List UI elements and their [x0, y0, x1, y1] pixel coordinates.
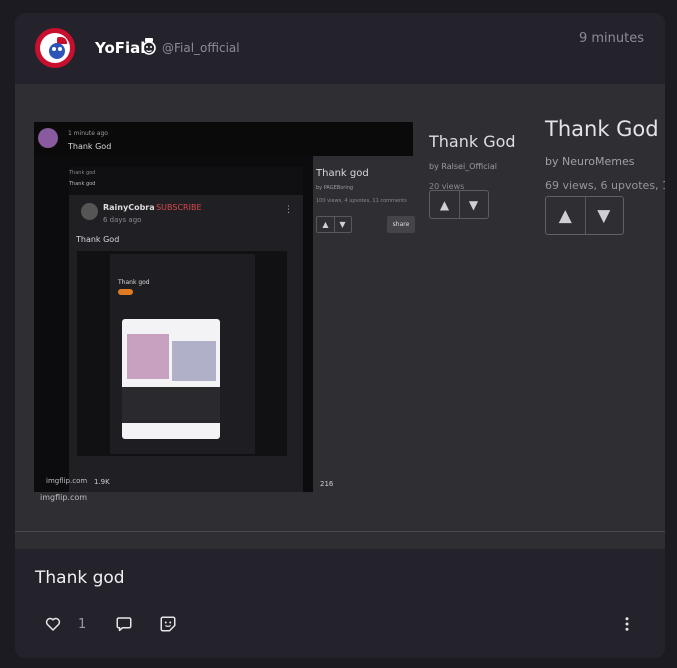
meme-topbar: 1 minute ago Thank God [34, 122, 413, 156]
watermark: imgflip.com [46, 477, 88, 485]
upvote-icon: ▲ [322, 220, 329, 229]
small-author: by PAGEBoring [316, 185, 354, 191]
post-card: YoFial @Fial_official 9 minutes 1 minute… [15, 13, 665, 658]
inner-screenshot: Thank god Thank god RainyCobra · SUBSCRI… [69, 167, 303, 492]
large-title: Thank God [545, 117, 659, 141]
meme-like-count: 1.9K [94, 478, 110, 486]
nested-dark-row [122, 387, 220, 423]
mini-avatar [38, 128, 58, 148]
meme-comment-count: 216 [320, 480, 334, 488]
downvote-icon: ▼ [339, 220, 346, 229]
large-stats: 69 views, 6 upvotes, 1 [545, 179, 665, 192]
large-vote-box: ▲ ▼ [545, 196, 624, 235]
nested-pill [118, 289, 133, 295]
nested-screenshot: Thank god [77, 251, 287, 456]
avatar[interactable] [35, 28, 75, 68]
comment-icon [116, 617, 132, 632]
comment-button[interactable] [113, 613, 135, 635]
post-caption: Thank god [35, 568, 125, 588]
display-name[interactable]: YoFial [95, 39, 145, 57]
rainy-age: 6 days ago [103, 216, 142, 224]
sticker-icon [160, 616, 176, 632]
sticker-button[interactable] [157, 613, 179, 635]
small-stats: 100 views, 4 upvotes, 11 comments [316, 198, 407, 204]
more-options-button[interactable] [616, 613, 638, 635]
like-count: 1 [78, 617, 87, 632]
meme-meta: 1 minute ago [68, 130, 108, 137]
nested-white-post [122, 319, 220, 439]
more-vertical-icon [625, 617, 629, 631]
rainy-subscribe: · SUBSCRIBE [151, 203, 202, 212]
nested-picture-1 [127, 334, 169, 379]
meme-image: 1 minute ago Thank God Thank god Thank g… [34, 122, 413, 502]
medium-author: by Ralsei_Official [429, 162, 497, 171]
rainy-card: RainyCobra · SUBSCRIBE 6 days ago ⋮ Than… [69, 195, 303, 492]
rainy-name: RainyCobra [103, 203, 155, 212]
rainy-more-icon: ⋮ [284, 205, 293, 215]
heart-icon [45, 617, 61, 631]
mascot-badge-icon [142, 38, 156, 55]
rainy-text: Thank God [76, 235, 120, 244]
downvote-icon: ▼ [468, 197, 479, 212]
post-media[interactable]: 1 minute ago Thank God Thank god Thank g… [15, 84, 665, 549]
inner-meta: Thank god [69, 170, 96, 176]
small-title: Thank god [316, 168, 369, 179]
large-author: by NeuroMemes [545, 155, 635, 168]
watermark: imgflip.com [40, 493, 88, 502]
timestamp[interactable]: 9 minutes [579, 31, 644, 46]
small-vote-box: ▲ ▼ [316, 216, 352, 233]
rainy-avatar [81, 203, 98, 220]
inner-sub: Thank god [69, 181, 96, 187]
upvote-icon: ▲ [439, 197, 450, 212]
medium-title: Thank God [429, 132, 516, 151]
avatar-image [40, 33, 70, 63]
meme-title: Thank God [68, 142, 112, 151]
nested-picture-2 [172, 341, 216, 381]
small-share-button: share [387, 216, 415, 233]
medium-vote-box: ▲ ▼ [429, 190, 489, 219]
nested-title: Thank god [118, 279, 150, 286]
upvote-icon: ▲ [558, 205, 572, 226]
user-handle[interactable]: @Fial_official [162, 41, 240, 55]
downvote-icon: ▼ [597, 205, 611, 226]
media-divider [15, 531, 665, 532]
like-button[interactable] [42, 613, 64, 635]
